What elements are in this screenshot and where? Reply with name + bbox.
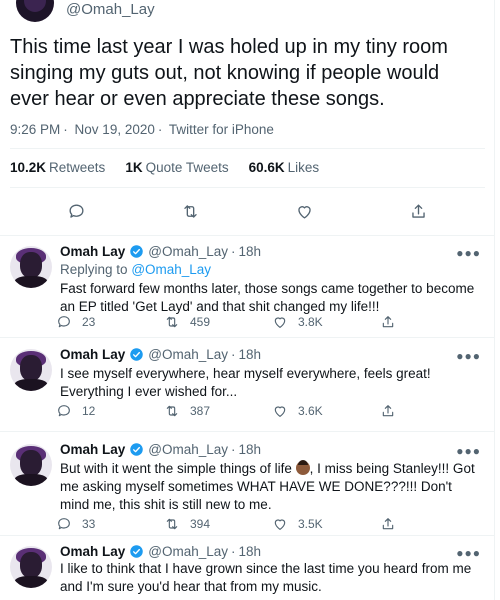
- retweet-count: 387: [190, 404, 211, 418]
- tweet-meta: 9:26 PM · Nov 19, 2020 · Twitter for iPhon…: [10, 122, 274, 137]
- tweet-thread: @Omah_Lay This time last year I was hole…: [0, 0, 495, 600]
- divider: [10, 187, 485, 188]
- divider: [0, 431, 494, 432]
- reply-actions: 12 387 3.6K: [56, 403, 436, 419]
- main-tweet-handle[interactable]: @Omah_Lay: [66, 1, 155, 18]
- reply-header: Omah Lay @Omah_Lay · 18h: [60, 544, 262, 559]
- tweet-time[interactable]: 9:26 PM: [10, 122, 60, 137]
- reply-header: Omah Lay @Omah_Lay · 18h: [60, 244, 262, 259]
- retweet-icon[interactable]: [164, 314, 180, 330]
- avatar[interactable]: [10, 546, 52, 588]
- verified-badge-icon: [130, 348, 144, 361]
- retweet-count: 459: [190, 315, 211, 329]
- heart-icon[interactable]: [272, 516, 288, 532]
- like-count: 3.6K: [298, 404, 323, 418]
- reply-icon[interactable]: [56, 516, 72, 532]
- share-icon[interactable]: [380, 314, 396, 330]
- reply-tweet[interactable]: Omah Lay @Omah_Lay · 18h ●●● But with it…: [0, 436, 494, 536]
- divider: [0, 235, 494, 236]
- reply-text: But with it went the simple things of li…: [60, 460, 475, 512]
- reply-action[interactable]: 33: [56, 516, 164, 532]
- main-tweet-actions: [0, 196, 494, 226]
- reply-count: 23: [82, 315, 96, 329]
- avatar[interactable]: [10, 444, 52, 486]
- share-action[interactable]: [380, 314, 420, 330]
- divider: [0, 337, 494, 338]
- divider: [0, 535, 494, 536]
- retweets-stat[interactable]: 10.2K Retweets: [10, 160, 105, 175]
- more-icon[interactable]: ●●●: [456, 444, 481, 458]
- more-icon[interactable]: ●●●: [456, 349, 481, 363]
- tweet-date[interactable]: Nov 19, 2020: [75, 122, 155, 137]
- verified-badge-icon: [130, 443, 144, 456]
- like-action[interactable]: 3.6K: [272, 403, 380, 419]
- heart-icon[interactable]: [272, 314, 288, 330]
- divider: [10, 148, 485, 149]
- like-count: 3.8K: [298, 315, 323, 329]
- retweet-icon[interactable]: [164, 516, 180, 532]
- heart-icon[interactable]: [272, 403, 288, 419]
- share-action[interactable]: [380, 403, 420, 419]
- like-action[interactable]: 3.8K: [272, 314, 380, 330]
- reply-tweet[interactable]: Omah Lay @Omah_Lay · 18h ●●● Replying to…: [0, 238, 494, 336]
- heart-icon[interactable]: [295, 202, 314, 221]
- avatar[interactable]: [16, 0, 54, 22]
- reply-action[interactable]: 12: [56, 403, 164, 419]
- author-name[interactable]: Omah Lay: [60, 442, 125, 457]
- more-icon[interactable]: ●●●: [456, 246, 481, 260]
- reply-count: 12: [82, 404, 96, 418]
- share-icon[interactable]: [409, 202, 428, 221]
- retweet-action[interactable]: 387: [164, 403, 272, 419]
- retweet-icon[interactable]: [181, 202, 200, 221]
- reply-time[interactable]: 18h: [239, 544, 262, 559]
- share-icon[interactable]: [380, 516, 396, 532]
- share-action[interactable]: [380, 516, 420, 532]
- author-name[interactable]: Omah Lay: [60, 244, 125, 259]
- reply-icon[interactable]: [67, 202, 86, 221]
- retweet-action[interactable]: 459: [164, 314, 272, 330]
- verified-badge-icon: [130, 545, 144, 558]
- author-handle[interactable]: @Omah_Lay: [148, 244, 228, 259]
- main-tweet-header: @Omah_Lay: [16, 0, 155, 22]
- like-count: 3.5K: [298, 517, 323, 531]
- like-action[interactable]: 3.5K: [272, 516, 380, 532]
- replying-to: Replying to @Omah_Lay: [60, 262, 212, 277]
- tweet-source[interactable]: Twitter for iPhone: [169, 122, 274, 137]
- reply-tweet[interactable]: Omah Lay @Omah_Lay · 18h ●●● I see mysel…: [0, 341, 494, 431]
- author-handle[interactable]: @Omah_Lay: [148, 347, 228, 362]
- reply-time[interactable]: 18h: [239, 442, 262, 457]
- avatar[interactable]: [10, 246, 52, 288]
- author-handle[interactable]: @Omah_Lay: [148, 544, 228, 559]
- person-emoji-icon: [295, 460, 310, 475]
- reply-actions: 33 394 3.5K: [56, 516, 436, 532]
- reply-header: Omah Lay @Omah_Lay · 18h: [60, 442, 262, 457]
- reply-icon[interactable]: [56, 403, 72, 419]
- reply-time[interactable]: 18h: [239, 244, 262, 259]
- author-name[interactable]: Omah Lay: [60, 347, 125, 362]
- author-handle[interactable]: @Omah_Lay: [148, 442, 228, 457]
- more-icon[interactable]: ●●●: [456, 546, 481, 560]
- reply-header: Omah Lay @Omah_Lay · 18h: [60, 347, 262, 362]
- share-icon[interactable]: [380, 403, 396, 419]
- reply-action[interactable]: 23: [56, 314, 164, 330]
- quote-tweets-stat[interactable]: 1K Quote Tweets: [125, 160, 228, 175]
- retweet-icon[interactable]: [164, 403, 180, 419]
- avatar[interactable]: [10, 349, 52, 391]
- reply-actions: 23 459 3.8K: [56, 314, 436, 330]
- author-name[interactable]: Omah Lay: [60, 544, 125, 559]
- reply-count: 33: [82, 517, 96, 531]
- retweet-action[interactable]: 394: [164, 516, 272, 532]
- reply-icon[interactable]: [56, 314, 72, 330]
- reply-text: I like to think that I have grown since …: [60, 561, 472, 594]
- retweet-count: 394: [190, 517, 211, 531]
- replying-to-link[interactable]: @Omah_Lay: [131, 262, 211, 277]
- verified-badge-icon: [130, 245, 144, 258]
- main-tweet-text: This time last year I was holed up in my…: [10, 36, 448, 110]
- reply-time[interactable]: 18h: [239, 347, 262, 362]
- reply-text: Fast forward few months later, those son…: [60, 281, 475, 314]
- reply-text: I see myself everywhere, hear myself eve…: [60, 366, 431, 399]
- tweet-stats: 10.2K Retweets 1K Quote Tweets 60.6K Likes: [10, 160, 339, 175]
- likes-stat[interactable]: 60.6K Likes: [249, 160, 320, 175]
- reply-tweet[interactable]: Omah Lay @Omah_Lay · 18h ●●● I like to t…: [0, 538, 494, 600]
